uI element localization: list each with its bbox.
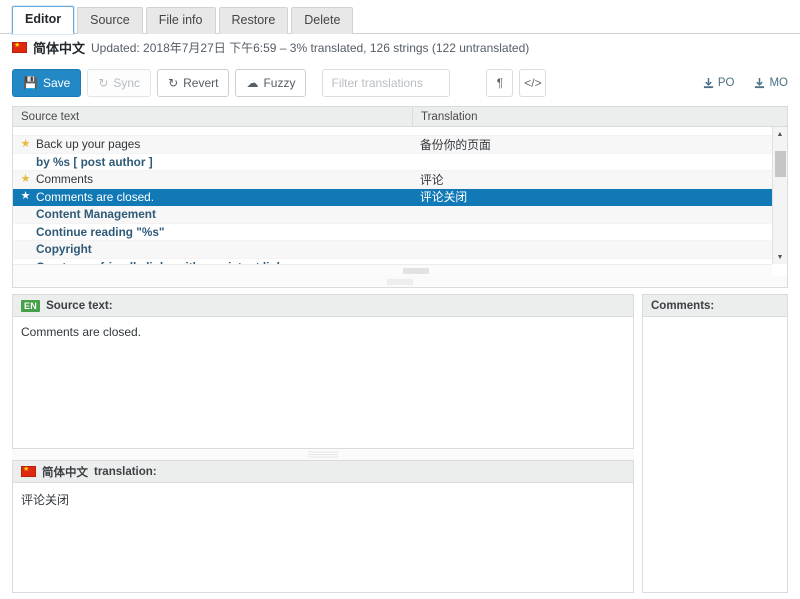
revert-refresh-icon: ↻ xyxy=(168,77,178,89)
table-row[interactable]: ★ Copyright xyxy=(13,241,772,259)
download-po-link[interactable]: PO xyxy=(703,77,735,89)
comments-content[interactable] xyxy=(643,317,787,592)
cell-translation: 备份你的页面 xyxy=(413,136,772,153)
cell-translation: 评论关闭 xyxy=(413,188,772,205)
download-mo-label: MO xyxy=(769,77,788,89)
download-po-label: PO xyxy=(718,77,735,89)
source-text-value: Continue reading "%s" xyxy=(36,225,165,239)
star-filled-icon[interactable]: ★ xyxy=(20,139,31,150)
translation-textarea[interactable]: 评论关闭 xyxy=(13,483,633,592)
source-text-value: Comments are closed. xyxy=(36,190,154,204)
cloud-icon: ☁ xyxy=(246,77,258,89)
download-icon xyxy=(754,78,765,89)
cell-source-text: ★ Comments are closed. xyxy=(13,190,413,204)
download-mo-link[interactable]: MO xyxy=(754,77,788,89)
grip-lines-icon xyxy=(387,279,413,284)
table-row[interactable]: ★ xyxy=(13,127,772,136)
tab-file-info[interactable]: File info xyxy=(146,7,216,34)
star-empty-icon[interactable]: ★ xyxy=(20,209,31,220)
sync-refresh-icon: ↻ xyxy=(98,77,108,89)
editor-panels: EN Source text: Comments are closed. 简体中… xyxy=(0,288,800,593)
tab-editor[interactable]: Editor xyxy=(12,6,74,34)
source-text-value: by %s [ post author ] xyxy=(36,155,153,169)
editor-toolbar: 💾 Save ↻ Sync ↻ Revert ☁ Fuzzy ¶ </> PO … xyxy=(0,60,800,106)
source-text-content: Comments are closed. xyxy=(13,317,633,448)
right-panel-column: Comments: xyxy=(642,294,788,593)
revert-button[interactable]: ↻ Revert xyxy=(157,69,229,97)
tab-delete[interactable]: Delete xyxy=(291,7,353,34)
translation-panel-header: 简体中文 translation: xyxy=(13,461,633,483)
table-row[interactable]: ★ Comments are closed. 评论关闭 xyxy=(13,189,772,207)
cell-source-text: ★ by %s [ post author ] xyxy=(13,155,413,169)
china-flag-icon xyxy=(12,42,27,53)
tab-bar: Editor Source File info Restore Delete xyxy=(0,0,800,34)
comments-panel: Comments: xyxy=(642,294,788,593)
star-empty-icon[interactable]: ★ xyxy=(20,127,31,135)
tab-source[interactable]: Source xyxy=(77,7,143,34)
status-text: Updated: 2018年7月27日 下午6:59 – 3% translat… xyxy=(91,39,529,56)
grip-lines-icon xyxy=(308,451,338,458)
cell-source-text: ★ Copyright xyxy=(13,242,413,256)
star-empty-icon[interactable]: ★ xyxy=(20,244,31,255)
table-body: ★ ★ Back up your pages 备份你的页面 ★ by %s [ post … xyxy=(13,127,772,264)
horizontal-scrollbar-thumb[interactable] xyxy=(403,268,429,274)
cell-source-text: ★ Continue reading "%s" xyxy=(13,225,413,239)
table-row[interactable]: ★ Comments 评论 xyxy=(13,171,772,189)
pilcrow-toggle-button[interactable]: ¶ xyxy=(486,69,513,97)
left-panel-column: EN Source text: Comments are closed. 简体中… xyxy=(12,294,634,593)
table-row[interactable]: ★ Back up your pages 备份你的页面 xyxy=(13,136,772,154)
save-button-label: Save xyxy=(43,76,70,90)
language-name: 简体中文 xyxy=(33,38,85,57)
sync-button[interactable]: ↻ Sync xyxy=(87,69,151,97)
status-line: 简体中文 Updated: 2018年7月27日 下午6:59 – 3% tra… xyxy=(0,34,800,60)
source-text-panel: EN Source text: Comments are closed. xyxy=(12,294,634,449)
strings-table: Source text Translation ★ ★ Back up your p… xyxy=(12,106,788,276)
vertical-scrollbar-thumb[interactable] xyxy=(775,151,786,177)
code-view-button[interactable]: </> xyxy=(519,69,546,97)
table-header-row: Source text Translation xyxy=(13,107,787,127)
china-flag-icon xyxy=(21,466,36,477)
source-text-panel-header: EN Source text: xyxy=(13,295,633,317)
source-text-value: Comments xyxy=(36,172,93,186)
star-empty-icon[interactable]: ★ xyxy=(20,226,31,237)
scroll-down-arrow-icon[interactable]: ▼ xyxy=(773,250,787,264)
translation-panel-language: 简体中文 xyxy=(42,464,88,480)
tab-restore[interactable]: Restore xyxy=(219,7,289,34)
star-empty-icon[interactable]: ★ xyxy=(20,156,31,167)
sync-button-label: Sync xyxy=(113,76,140,90)
panel-resize-grip[interactable] xyxy=(12,449,634,460)
save-disk-icon: 💾 xyxy=(23,77,38,89)
filter-translations-input[interactable] xyxy=(322,69,450,97)
table-row[interactable]: ★ Content Management xyxy=(13,206,772,224)
star-filled-icon[interactable]: ★ xyxy=(20,191,31,202)
table-row[interactable]: ★ Continue reading "%s" xyxy=(13,224,772,242)
table-resize-grip[interactable] xyxy=(12,276,788,288)
save-button[interactable]: 💾 Save xyxy=(12,69,81,97)
scroll-up-arrow-icon[interactable]: ▲ xyxy=(773,127,787,141)
table-row[interactable]: ★ by %s [ post author ] xyxy=(13,154,772,172)
star-filled-icon[interactable]: ★ xyxy=(20,174,31,185)
comments-panel-title: Comments: xyxy=(651,300,714,312)
column-header-source-text[interactable]: Source text xyxy=(13,107,413,126)
source-text-value: Back up your pages xyxy=(36,137,140,151)
cell-source-text: ★ xyxy=(13,127,413,135)
translation-panel-title: translation: xyxy=(94,466,157,478)
table-horizontal-scrollbar[interactable] xyxy=(13,264,772,276)
cell-source-text: ★ Comments xyxy=(13,172,413,186)
fuzzy-button[interactable]: ☁ Fuzzy xyxy=(235,69,306,97)
cell-source-text: ★ Back up your pages xyxy=(13,137,413,151)
download-icon xyxy=(703,78,714,89)
translation-panel: 简体中文 translation: 评论关闭 xyxy=(12,460,634,593)
table-vertical-scrollbar[interactable]: ▲ ▼ xyxy=(772,127,787,264)
source-text-value: Content Management xyxy=(36,207,156,221)
fuzzy-button-label: Fuzzy xyxy=(263,76,295,90)
en-language-badge: EN xyxy=(21,300,40,312)
cell-translation: 评论 xyxy=(413,171,772,188)
revert-button-label: Revert xyxy=(183,76,218,90)
source-text-value: Copyright xyxy=(36,242,92,256)
column-header-translation[interactable]: Translation xyxy=(413,111,787,123)
source-text-panel-title: Source text: xyxy=(46,300,112,312)
comments-panel-header: Comments: xyxy=(643,295,787,317)
cell-source-text: ★ Content Management xyxy=(13,207,413,221)
